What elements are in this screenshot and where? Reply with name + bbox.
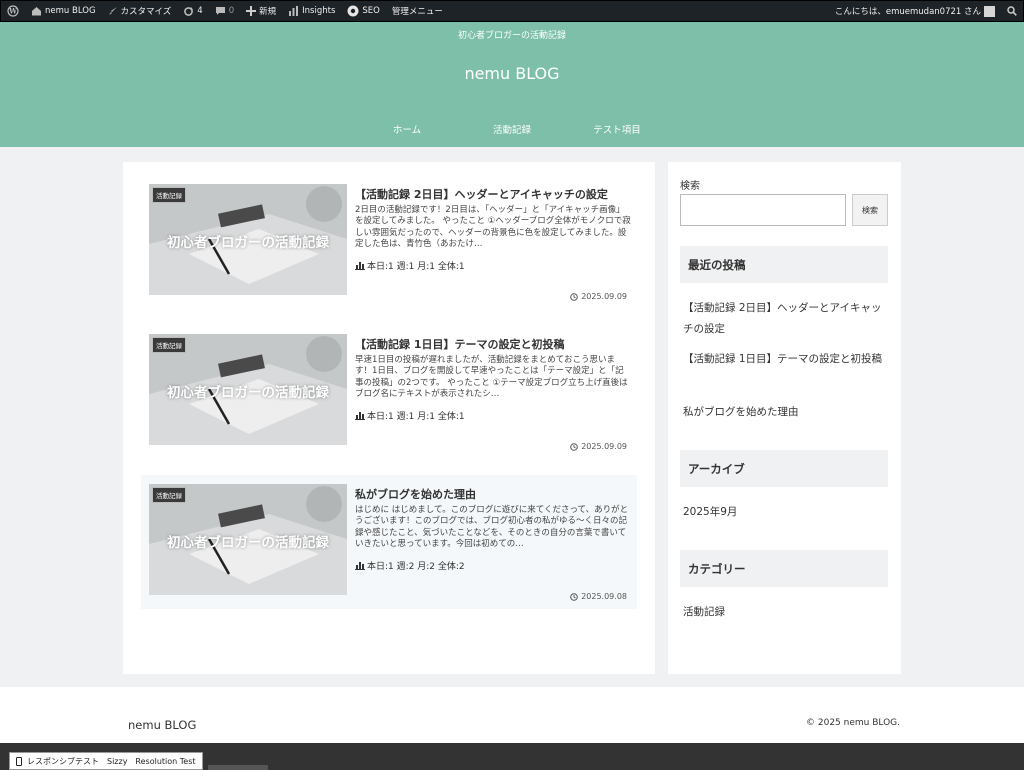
avatar <box>984 5 995 17</box>
insights-label: Insights <box>302 6 336 16</box>
new-label: 新規 <box>259 7 277 17</box>
recent-post-link[interactable]: 私がブログを始めた理由 <box>683 402 888 423</box>
bottom-toolbar: レスポンシブテスト Sizzy Resolution Test <box>0 743 1024 770</box>
bar-chart-icon <box>355 562 365 570</box>
post-views-label: 本日:1 週:2 月:2 全体:2 <box>367 562 465 572</box>
comments-menu[interactable]: 0 <box>209 0 240 22</box>
post-title[interactable]: 【活動記録 2日目】ヘッダーとアイキャッチの設定 <box>355 186 631 202</box>
recent-post-link[interactable]: 【活動記録 1日目】テーマの設定と初投稿 <box>683 349 888 370</box>
wordpress-logo-button[interactable]: W <box>1 0 25 22</box>
svg-text:W: W <box>8 7 17 16</box>
post-thumbnail[interactable]: 活動記録 初心者ブロガーの活動記録 <box>149 184 347 295</box>
post-excerpt: はじめに はじめまして。このブログに遊びに来てくださって、ありがとうございます！… <box>355 505 629 549</box>
site-name-label: nemu BLOG <box>45 6 96 16</box>
site-name-menu[interactable]: nemu BLOG <box>25 0 102 22</box>
post-title[interactable]: 【活動記録 1日目】テーマの設定と初投稿 <box>355 336 631 352</box>
customize-label: カスタマイズ <box>120 7 172 17</box>
new-content-menu[interactable]: 新規 <box>240 0 282 22</box>
recent-post-link[interactable]: 【活動記録 2日目】ヘッダーとアイキャッチの設定 <box>683 298 888 340</box>
home-icon <box>32 7 41 16</box>
nav-item-activity-log[interactable]: 活動記録 <box>460 122 565 136</box>
thumbnail-category-badge: 活動記録 <box>152 337 186 353</box>
brush-icon <box>108 7 117 15</box>
seo-icon <box>347 5 359 17</box>
thumbnail-category-badge: 活動記録 <box>152 187 186 203</box>
seo-label: SEO <box>362 6 380 16</box>
clock-icon <box>570 292 578 301</box>
admin-menu-label: 管理メニュー <box>391 7 443 17</box>
insights-menu[interactable]: Insights <box>282 0 341 22</box>
site-tagline: 初心者ブロガーの活動記録 <box>457 31 566 41</box>
post-card[interactable]: 活動記録 初心者ブロガーの活動記録 【活動記録 2日目】ヘッダーとアイキャッチの… <box>141 175 637 309</box>
updates-menu[interactable]: 4 <box>177 0 208 22</box>
customize-menu[interactable]: カスタマイズ <box>102 0 178 22</box>
nav-item-home[interactable]: ホーム <box>355 122 460 136</box>
thumbnail-category-badge: 活動記録 <box>152 487 186 503</box>
admin-menu-link[interactable]: 管理メニュー <box>386 0 449 22</box>
sidebar: 検索 検索 最近の投稿 【活動記録 2日目】ヘッダーとアイキャッチの設定 【活動… <box>668 162 901 674</box>
site-footer: nemu BLOG © 2025 nemu BLOG. <box>0 687 1024 743</box>
site-header: 初心者ブロガーの活動記録 nemu BLOG ホーム 活動記録 テスト項目 <box>0 22 1024 147</box>
post-thumbnail[interactable]: 活動記録 初心者ブロガーの活動記録 <box>149 484 347 595</box>
global-nav: ホーム 活動記録 テスト項目 <box>0 122 1024 136</box>
search-button[interactable]: 検索 <box>852 194 888 226</box>
post-thumbnail[interactable]: 活動記録 初心者ブロガーの活動記録 <box>149 334 347 445</box>
mobile-device-icon <box>16 756 22 766</box>
site-title[interactable]: nemu BLOG <box>0 64 1024 83</box>
clock-icon <box>570 592 578 601</box>
category-heading: カテゴリー <box>680 550 888 587</box>
post-views: 本日:1 週:1 月:1 全体:1 <box>355 409 465 422</box>
category-link[interactable]: 活動記録 <box>683 602 888 623</box>
comment-icon <box>215 7 225 15</box>
footer-site-title[interactable]: nemu BLOG <box>128 718 196 732</box>
wordpress-icon: W <box>7 5 19 17</box>
thumbnail-caption: 初心者ブロガーの活動記録 <box>167 385 329 401</box>
archive-link[interactable]: 2025年9月 <box>683 502 888 523</box>
post-title[interactable]: 私がブログを始めた理由 <box>355 486 631 502</box>
comments-count: 0 <box>228 6 235 16</box>
bar-chart-icon <box>289 6 299 16</box>
search-input[interactable] <box>680 194 846 226</box>
clock-icon <box>570 442 578 451</box>
admin-search-button[interactable] <box>1001 0 1023 22</box>
bar-chart-icon <box>355 262 365 270</box>
post-excerpt: 2日目の活動記録です！2日目は、「ヘッダー」と「アイキャッチ画像」を設定してみま… <box>355 205 631 249</box>
post-views: 本日:1 週:2 月:2 全体:2 <box>355 559 465 572</box>
bar-chart-icon <box>355 412 365 420</box>
seo-menu[interactable]: SEO <box>341 0 385 22</box>
toolbar-scroll-indicator <box>208 765 268 770</box>
post-card[interactable]: 活動記録 初心者ブロガーの活動記録 【活動記録 1日目】テーマの設定と初投稿 早… <box>141 325 637 459</box>
post-views-label: 本日:1 週:1 月:1 全体:1 <box>367 262 465 272</box>
greeting-label: こんにちは、emuemudan0721 さん <box>834 7 981 17</box>
post-views-label: 本日:1 週:1 月:1 全体:1 <box>367 412 465 422</box>
post-date: 2025.09.09 <box>570 292 627 301</box>
archive-heading: アーカイブ <box>680 450 888 487</box>
recent-posts-heading: 最近の投稿 <box>680 246 888 283</box>
search-icon <box>1007 6 1017 16</box>
updates-icon <box>184 6 194 16</box>
nav-item-test[interactable]: テスト項目 <box>565 122 670 136</box>
plus-icon <box>246 6 257 16</box>
post-date: 2025.09.08 <box>570 592 627 601</box>
post-views: 本日:1 週:1 月:1 全体:1 <box>355 259 465 272</box>
post-card[interactable]: 活動記録 初心者ブロガーの活動記録 私がブログを始めた理由 はじめに はじめまし… <box>141 475 637 609</box>
responsive-test-tab[interactable]: レスポンシブテスト Sizzy Resolution Test <box>9 752 203 770</box>
footer-copyright: © 2025 nemu BLOG. <box>806 718 900 728</box>
post-excerpt: 早速1日目の投稿が遅れましたが、活動記録をまとめておこう思います！1日目、ブログ… <box>355 355 628 399</box>
thumbnail-caption: 初心者ブロガーの活動記録 <box>167 535 329 551</box>
search-label: 検索 <box>680 181 700 192</box>
admin-bar: W nemu BLOG カスタマイズ 4 0 新規 Insights SEO 管… <box>0 0 1024 22</box>
updates-count: 4 <box>197 6 203 16</box>
post-date-label: 2025.09.09 <box>581 292 627 301</box>
account-menu[interactable]: こんにちは、emuemudan0721 さん <box>829 0 1001 22</box>
responsive-test-label: レスポンシブテスト Sizzy Resolution Test <box>27 756 196 766</box>
post-list: 活動記録 初心者ブロガーの活動記録 【活動記録 2日目】ヘッダーとアイキャッチの… <box>123 162 655 674</box>
thumbnail-caption: 初心者ブロガーの活動記録 <box>167 235 329 251</box>
post-date-label: 2025.09.08 <box>581 592 627 601</box>
post-date-label: 2025.09.09 <box>581 442 627 451</box>
post-date: 2025.09.09 <box>570 442 627 451</box>
